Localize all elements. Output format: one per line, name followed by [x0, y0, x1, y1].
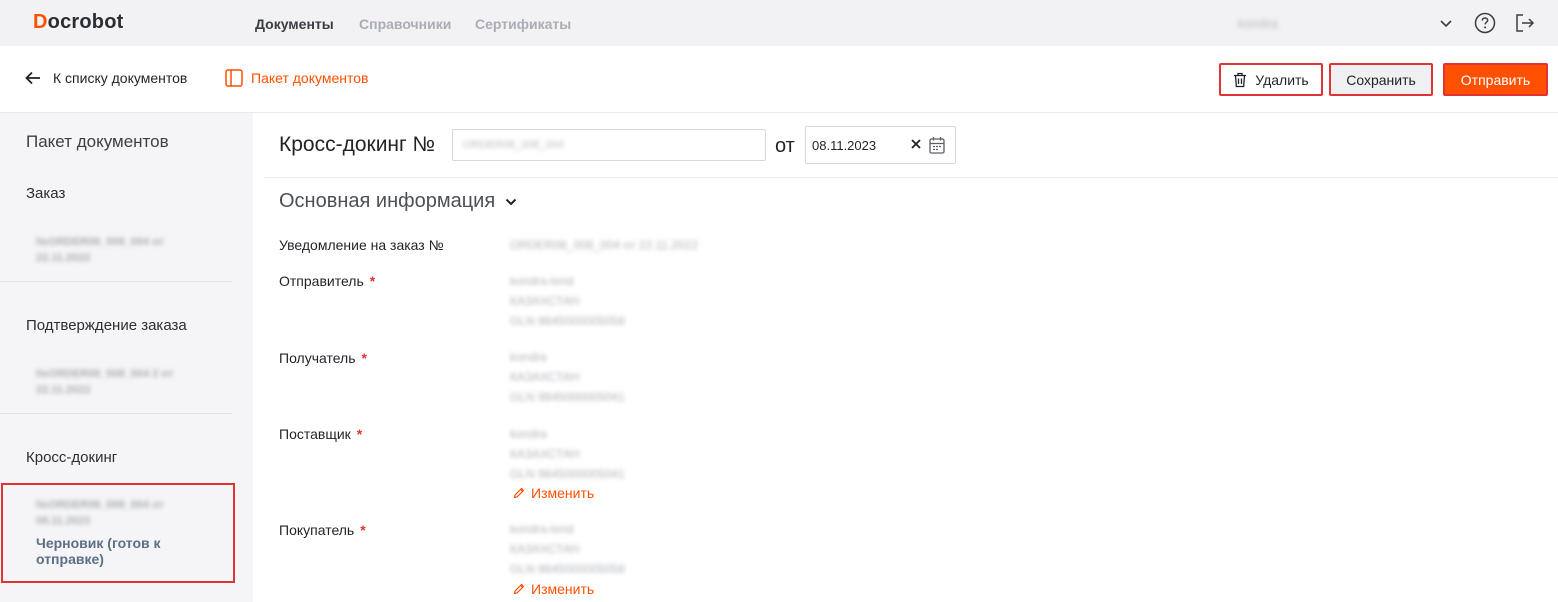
edit-buyer-link[interactable]: Изменить: [513, 581, 594, 597]
sidebar-group-order-confirmation: Подтверждение заказа: [26, 317, 187, 334]
sidebar-divider: [0, 413, 232, 414]
top-navigation-bar: Docrobot Документы Справочники Сертифика…: [0, 0, 1558, 46]
document-packet-link[interactable]: Пакет документов: [225, 69, 368, 87]
send-button[interactable]: Отправить: [1443, 63, 1548, 96]
required-marker: *: [369, 273, 376, 289]
chevron-down-icon[interactable]: [1438, 15, 1454, 31]
sidebar-group-cross-docking: Кросс-докинг: [26, 449, 118, 466]
field-label-recipient: Получатель *: [279, 350, 367, 366]
required-marker: *: [361, 350, 367, 366]
panel-icon: [225, 69, 243, 87]
document-packet-sidebar: Пакет документов Заказ №ORDER08_008_004 …: [0, 113, 253, 602]
nav-item-references[interactable]: Справочники: [359, 16, 451, 32]
field-value-order-notification: ORDER08_008_004 от 22.11.2022: [510, 238, 698, 252]
back-to-list-link[interactable]: К списку документов: [25, 70, 187, 86]
sidebar-item-confirmation-doc[interactable]: №ORDER08_008_004 2 от 22.11.2022: [36, 366, 206, 398]
sidebar-title: Пакет документов: [26, 132, 169, 151]
packet-link-label: Пакет документов: [251, 70, 369, 86]
field-label-order-notification: Уведомление на заказ №: [279, 237, 444, 253]
action-bar: К списку документов Пакет документов Уда…: [0, 46, 1558, 113]
clear-icon[interactable]: [909, 137, 923, 151]
field-value-sender: kondra-lend КАЗАХСТАН GLN 9845000005058: [510, 274, 625, 328]
field-value-recipient: kondra КАЗАХСТАН GLN 9845000005041: [510, 350, 625, 404]
help-icon[interactable]: [1474, 12, 1496, 34]
sidebar-item-order-doc[interactable]: №ORDER08_008_004 от 22.11.2022: [36, 234, 206, 266]
sidebar-divider: [0, 281, 232, 282]
nav-item-documents[interactable]: Документы: [255, 16, 334, 32]
required-marker: *: [360, 522, 366, 538]
nav-item-certificates[interactable]: Сертификаты: [475, 16, 571, 32]
document-number-input[interactable]: ORDER08_008_004: [452, 129, 766, 161]
document-number-value: ORDER08_008_004: [463, 139, 564, 151]
trash-icon: [1234, 72, 1247, 87]
field-label-supplier: Поставщик *: [279, 426, 363, 442]
header-divider: [264, 177, 1558, 178]
document-status: Черновик (готов к отправке): [36, 535, 161, 567]
sidebar-group-order: Заказ: [26, 185, 66, 202]
delete-button[interactable]: Удалить: [1219, 63, 1323, 96]
edit-supplier-link[interactable]: Изменить: [513, 485, 594, 501]
calendar-icon[interactable]: [929, 136, 945, 154]
save-button[interactable]: Сохранить: [1329, 63, 1433, 96]
document-title: Кросс-докинг №: [279, 133, 436, 156]
field-value-buyer: kondra-lend КАЗАХСТАН GLN 9845000005058: [510, 522, 625, 576]
date-prefix-label: от: [775, 135, 795, 157]
arrow-left-icon: [25, 71, 40, 85]
section-title: Основная информация: [279, 190, 496, 212]
main-info-section-toggle[interactable]: Основная информация: [279, 190, 517, 213]
logout-icon[interactable]: [1514, 12, 1536, 34]
field-label-sender: Отправитель *: [279, 273, 376, 289]
back-link-label: К списку документов: [53, 70, 188, 86]
document-date-field[interactable]: 08.11.2023: [805, 126, 956, 164]
app-logo[interactable]: Docrobot: [33, 11, 124, 34]
pencil-icon: [513, 583, 525, 595]
delete-button-label: Удалить: [1255, 71, 1309, 88]
field-label-buyer: Покупатель *: [279, 522, 366, 538]
sidebar-item-cross-docking-doc[interactable]: №ORDER08_008_004 от 08.11.2023: [36, 497, 206, 529]
pencil-icon: [513, 487, 525, 499]
chevron-down-icon: [505, 198, 517, 205]
user-name[interactable]: kondra: [1238, 16, 1278, 31]
field-value-supplier: kondra КАЗАХСТАН GLN 9845000005041: [510, 427, 625, 481]
document-date-value: 08.11.2023: [812, 138, 877, 153]
required-marker: *: [356, 426, 363, 442]
